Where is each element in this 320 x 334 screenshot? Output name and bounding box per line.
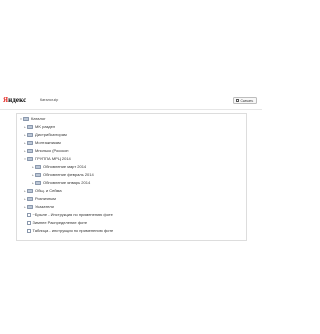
folder-icon xyxy=(27,124,33,129)
tree-item[interactable]: ▸ Дистрибьюторам xyxy=(23,132,67,138)
tree-file[interactable]: Зимнее Распределение фоте xyxy=(23,220,87,226)
tree-file[interactable]: ~Брыле - Инструкция по применению фоте xyxy=(23,212,113,218)
document-icon xyxy=(27,220,31,226)
tree-item[interactable]: ▾ ГРУППА МРЦ 2014 xyxy=(23,156,71,162)
tree-item-label: MK раздел xyxy=(35,124,56,129)
app-header: Яндекс Каталог.zip Скачать xyxy=(0,93,262,110)
tree-item[interactable]: ▸ Монтажникам xyxy=(23,140,61,146)
document-icon xyxy=(27,212,31,218)
folder-icon xyxy=(35,164,41,169)
tree-root[interactable]: ▾ Каталог xyxy=(19,116,46,122)
tree-item[interactable]: ▸ Обновление февраль 2014 xyxy=(31,172,94,178)
tree-item-label: Мнолько (Росскон xyxy=(35,148,69,153)
folder-icon xyxy=(27,148,33,153)
logo-rest: ндекс xyxy=(8,96,27,104)
tree-item[interactable]: ▸ Обновление январь 2014 xyxy=(31,180,90,186)
tree-item-label: Обновление февраль 2014 xyxy=(43,172,94,177)
document-icon xyxy=(27,228,31,234)
folder-icon xyxy=(27,132,33,137)
tree-root-label: Каталог xyxy=(31,116,46,121)
tree-item[interactable]: ▸ Обновление март 2014 xyxy=(31,164,86,170)
folder-icon xyxy=(27,204,33,209)
download-button[interactable]: Скачать xyxy=(233,97,257,104)
download-button-label: Скачать xyxy=(240,98,254,103)
tree-item-label: Обновление январь 2014 xyxy=(43,180,91,185)
tree-file-label: Зимнее Распределение фоте xyxy=(32,220,88,225)
tree-item-label: Обновление март 2014 xyxy=(43,164,87,169)
tree-item-label: Розничным xyxy=(35,196,56,201)
tree-item-label: Монтажникам xyxy=(35,140,61,145)
tree-item-label: Дистрибьюторам xyxy=(35,132,67,137)
folder-icon xyxy=(27,188,33,193)
tree-item[interactable]: ▸ MK раздел xyxy=(23,124,55,130)
tree-file-label: ~Брыле - Инструкция по применению фоте xyxy=(32,212,113,217)
archive-tree-panel: ▾ Каталог ▸ MK раздел ▸ Дистрибьюторам ▸… xyxy=(16,113,247,241)
tree-item[interactable]: ▸ Указатели xyxy=(23,204,54,210)
download-icon xyxy=(236,99,239,102)
tree-item[interactable]: ▸ Общ. и Сейма xyxy=(23,188,62,194)
tree-item[interactable]: ▸ Розничным xyxy=(23,196,56,202)
tree-item-label: Указатели xyxy=(35,204,54,209)
yandex-logo[interactable]: Яндекс xyxy=(3,96,26,105)
folder-icon xyxy=(27,196,33,201)
folder-icon xyxy=(27,140,33,145)
tree-item-label: ГРУППА МРЦ 2014 xyxy=(35,156,71,161)
folder-icon xyxy=(35,172,41,177)
tree-item-label: Общ. и Сейма xyxy=(35,188,62,193)
folder-icon xyxy=(27,156,33,161)
folder-icon xyxy=(23,116,29,121)
folder-icon xyxy=(35,180,41,185)
document-title: Каталог.zip xyxy=(40,98,59,102)
tree-file-label: Таблица - инструкция по применению фоте xyxy=(32,228,114,233)
tree-file[interactable]: Таблица - инструкция по применению фоте xyxy=(23,228,113,234)
tree-item[interactable]: ▸ Мнолько (Росскон xyxy=(23,148,69,154)
